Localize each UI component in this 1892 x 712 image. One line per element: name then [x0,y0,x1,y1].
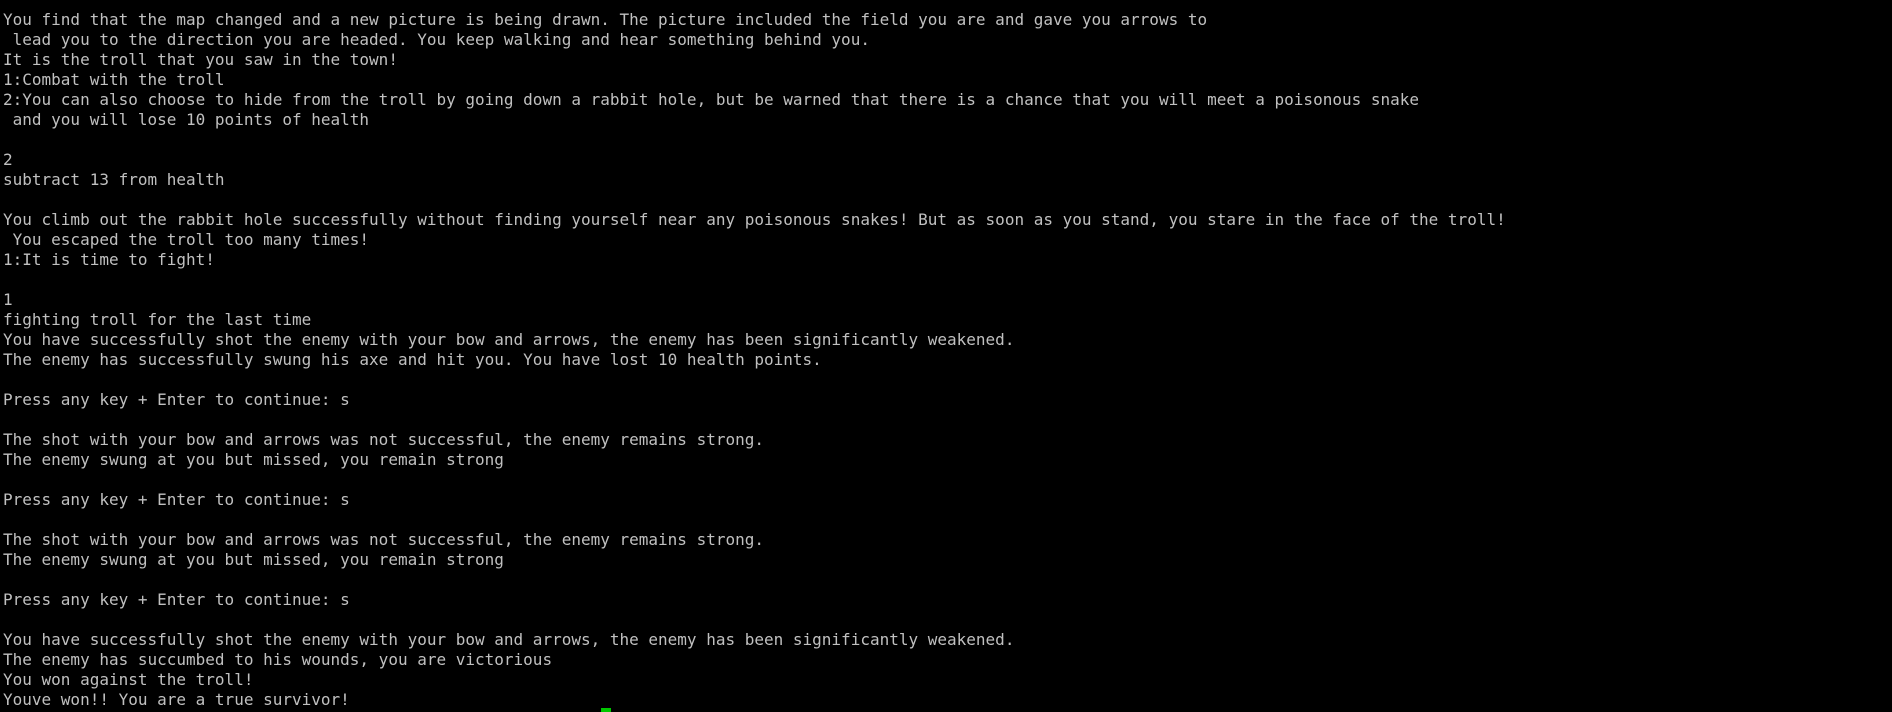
terminal-line: Press any key + Enter to continue: s [3,590,350,609]
terminal-line: The enemy swung at you but missed, you r… [3,550,504,569]
terminal-line: and you will lose 10 points of health [3,110,370,129]
terminal-line: 1:It is time to fight! [3,250,215,269]
terminal-output[interactable]: You find that the map changed and a new … [3,10,1888,710]
terminal-line: You have successfully shot the enemy wit… [3,330,1015,349]
terminal-line: Press any key + Enter to continue: s [3,490,350,509]
terminal-line: subtract 13 from health [3,170,225,189]
terminal-line: 2:You can also choose to hide from the t… [3,90,1420,109]
terminal-line: The enemy has succumbed to his wounds, y… [3,650,553,669]
terminal-cursor [601,708,611,712]
terminal-line: lead you to the direction you are headed… [3,30,870,49]
terminal-line: Press any key + Enter to continue: s [3,390,350,409]
terminal-line: You find that the map changed and a new … [3,10,1208,29]
terminal-line: 2 [3,150,13,169]
terminal-line: The enemy has successfully swung his axe… [3,350,822,369]
terminal-line: fighting troll for the last time [3,310,312,329]
terminal-line: Youve won!! You are a true survivor! [3,690,350,709]
terminal-line: You climb out the rabbit hole successful… [3,210,1506,229]
terminal-line: The shot with your bow and arrows was no… [3,530,764,549]
terminal-line: You escaped the troll too many times! [3,230,370,249]
terminal-line: You won against the troll! [3,670,254,689]
terminal-line: 1 [3,290,13,309]
terminal-line: The shot with your bow and arrows was no… [3,430,764,449]
terminal-line: The enemy swung at you but missed, you r… [3,450,504,469]
terminal-line: 1:Combat with the troll [3,70,225,89]
terminal-line: It is the troll that you saw in the town… [3,50,398,69]
terminal-line: You have successfully shot the enemy wit… [3,630,1015,649]
